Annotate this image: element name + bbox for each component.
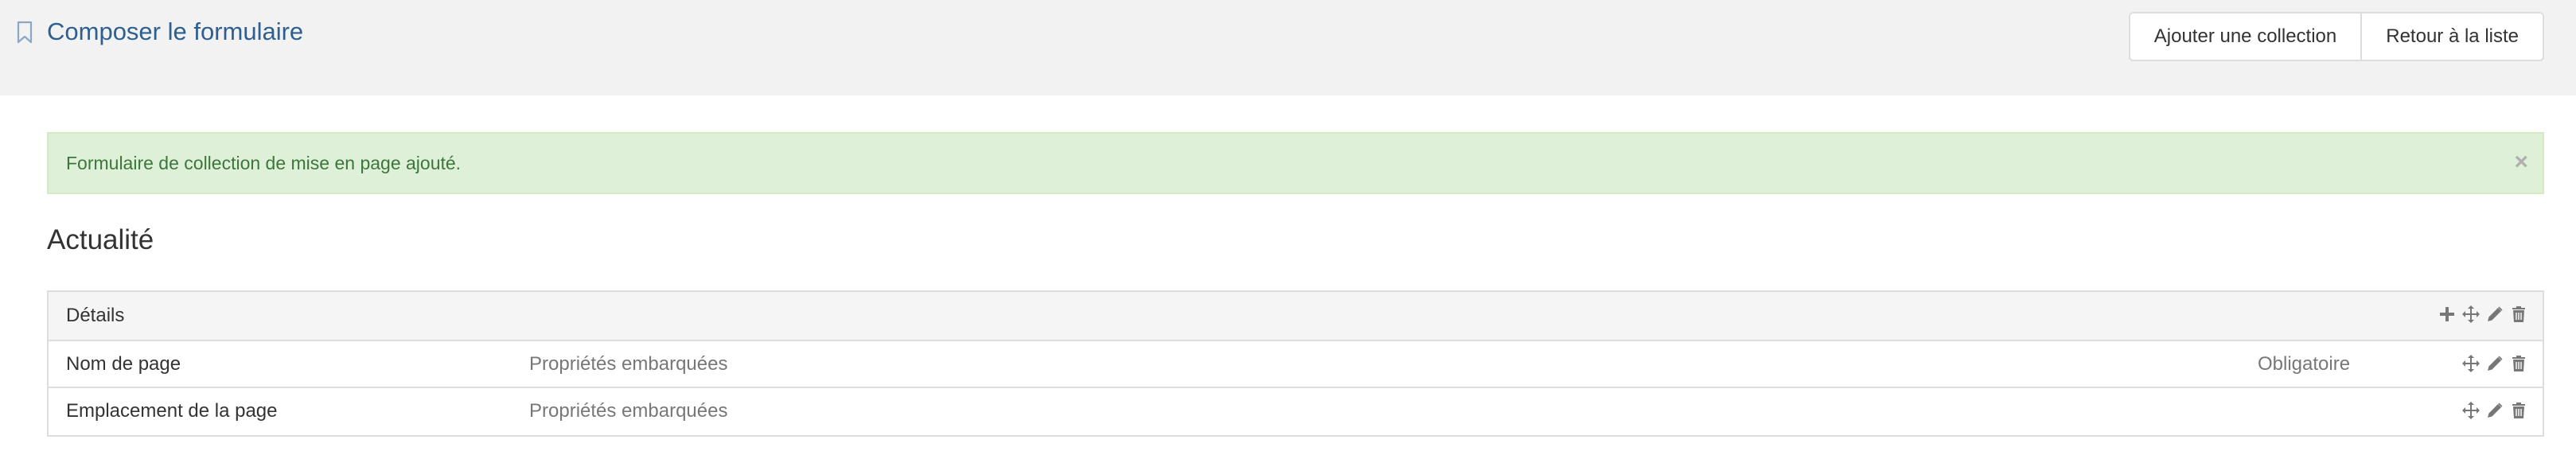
plus-icon[interactable] bbox=[2438, 305, 2457, 324]
row-actions bbox=[2461, 354, 2528, 373]
close-icon[interactable]: × bbox=[2514, 150, 2528, 175]
field-name: Emplacement de la page bbox=[66, 400, 278, 422]
header-button-group: Ajouter une collection Retour à la liste bbox=[2128, 12, 2544, 61]
trash-icon[interactable] bbox=[2509, 354, 2528, 373]
back-to-list-button[interactable]: Retour à la liste bbox=[2360, 14, 2543, 60]
edit-icon[interactable] bbox=[2485, 401, 2504, 420]
trash-icon[interactable] bbox=[2509, 305, 2528, 324]
alert-message: Formulaire de collection de mise en page… bbox=[66, 153, 462, 173]
field-type: Propriétés embarquées bbox=[529, 400, 728, 422]
move-icon[interactable] bbox=[2461, 354, 2481, 373]
table-row: Nom de page Propriétés embarquées Obliga… bbox=[49, 341, 2543, 388]
page-title: Composer le formulaire bbox=[47, 18, 304, 45]
edit-icon[interactable] bbox=[2485, 305, 2504, 324]
success-alert: Formulaire de collection de mise en page… bbox=[47, 132, 2544, 194]
table-row: Emplacement de la page Propriétés embarq… bbox=[49, 388, 2543, 435]
edit-icon[interactable] bbox=[2485, 354, 2504, 373]
panel-actions bbox=[2438, 305, 2528, 324]
collection-panel: Détails Nom de page Propriétés embarquée… bbox=[47, 290, 2544, 437]
field-type: Propriétés embarquées bbox=[529, 353, 728, 375]
field-required: Obligatoire bbox=[2258, 353, 2351, 375]
page-header: Composer le formulaire Ajouter une colle… bbox=[0, 0, 2576, 95]
bookmark-icon[interactable] bbox=[16, 21, 33, 45]
field-name: Nom de page bbox=[66, 353, 181, 375]
add-collection-button[interactable]: Ajouter une collection bbox=[2130, 14, 2361, 60]
section-title: Actualité bbox=[47, 224, 154, 255]
move-icon[interactable] bbox=[2461, 401, 2481, 420]
panel-heading-title: Détails bbox=[66, 305, 125, 326]
panel-heading: Détails bbox=[49, 292, 2543, 341]
move-icon[interactable] bbox=[2461, 305, 2481, 324]
trash-icon[interactable] bbox=[2509, 401, 2528, 420]
row-actions bbox=[2461, 401, 2528, 420]
